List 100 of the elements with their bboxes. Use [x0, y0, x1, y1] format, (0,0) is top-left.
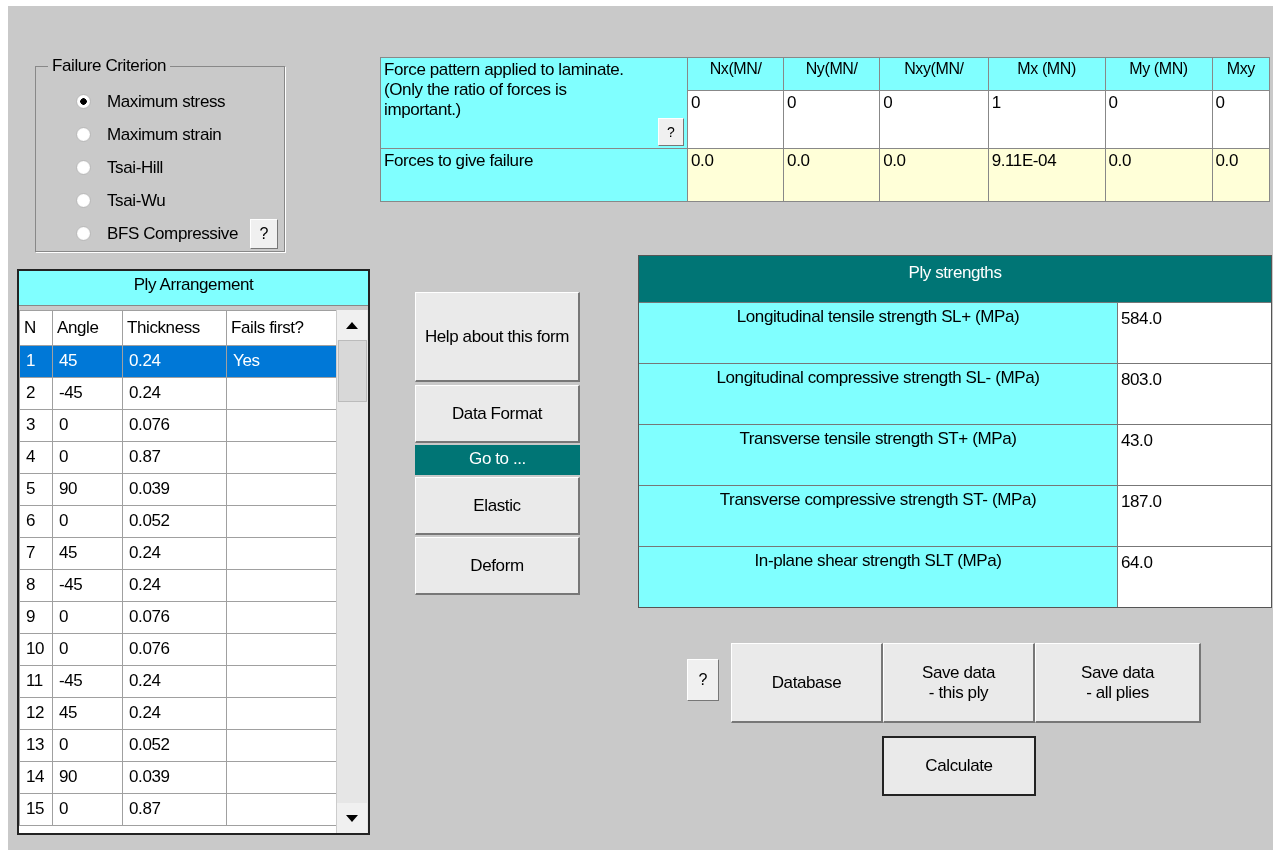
table-cell: 0.24: [129, 703, 161, 722]
table-cell: 9: [26, 607, 36, 626]
table-cell: 1: [26, 351, 36, 370]
input-field[interactable]: 43.0: [1118, 425, 1271, 485]
table-cell: 13: [26, 735, 45, 754]
radio-label[interactable]: BFS Compressive: [107, 223, 238, 244]
table-cell: 15: [26, 799, 45, 818]
table-cell: 0: [59, 735, 69, 754]
table-cell: 4: [26, 447, 36, 466]
table-cell: 6: [26, 511, 36, 530]
table-title: Ply Arrangement: [19, 271, 368, 306]
output-value: 9.11E-04: [991, 151, 1057, 170]
input-field[interactable]: 803.0: [1118, 364, 1271, 424]
table-cell: 45: [59, 543, 78, 562]
radio-label[interactable]: Tsai-Hill: [107, 157, 163, 178]
nav-button[interactable]: Data Format: [415, 385, 580, 443]
action-button[interactable]: Database: [731, 643, 883, 723]
help-button[interactable]: ?: [250, 218, 278, 249]
input-field[interactable]: 584.0: [1118, 303, 1271, 363]
radio-button[interactable]: [76, 226, 91, 241]
section-label: Go to ...: [415, 445, 580, 475]
scroll-thumb[interactable]: [338, 340, 367, 402]
table-cell: 0.87: [129, 447, 161, 466]
table-cell: 0.076: [129, 639, 170, 658]
table-cell: 0.039: [129, 479, 170, 498]
column-header: Mxy: [1212, 57, 1270, 91]
row-label: Forces to give failure: [384, 151, 533, 170]
radio-button[interactable]: [76, 193, 91, 208]
selected-row[interactable]: 1 45 0.24 Yes: [19, 345, 336, 378]
output-value: 0.0: [787, 151, 810, 170]
table-cell: 0.24: [129, 575, 161, 594]
table-cell: 0: [59, 447, 69, 466]
input-field[interactable]: 0: [883, 92, 893, 112]
nav-button[interactable]: Deform: [415, 537, 580, 595]
calculate-button[interactable]: Calculate: [882, 736, 1036, 796]
nav-button[interactable]: Elastic: [415, 477, 580, 535]
output-value: 0.0: [691, 151, 714, 170]
radio-button[interactable]: [76, 160, 91, 175]
table-cell: Yes: [233, 351, 260, 370]
radio-label[interactable]: Maximum stress: [107, 91, 226, 112]
nav-button[interactable]: Help about this form: [415, 292, 580, 382]
table-cell: 0.24: [129, 671, 161, 690]
column-header: My (MN): [1105, 57, 1213, 91]
table-cell: 14: [26, 767, 45, 786]
column-header: Angle: [52, 310, 123, 346]
table-cell: 0.039: [129, 767, 170, 786]
output-value: 0.0: [1215, 151, 1238, 170]
scrollbar[interactable]: [336, 310, 368, 833]
table-cell: 10: [26, 639, 45, 658]
table-cell: 2: [26, 383, 36, 402]
input-field[interactable]: 1: [991, 92, 1001, 112]
table-cell: 5: [26, 479, 36, 498]
table-cell: 11: [26, 671, 43, 690]
table-cell: -45: [59, 575, 83, 594]
table-cell: 0.052: [129, 735, 170, 754]
table-cell: 90: [59, 767, 78, 786]
column-header: Mx (MN): [988, 57, 1106, 91]
table-cell: 0.24: [129, 383, 161, 402]
table-cell: 0: [59, 639, 69, 658]
input-field[interactable]: 0: [691, 92, 701, 112]
column-header: Nx(MN/: [687, 57, 784, 91]
action-button[interactable]: Save data - this ply: [883, 643, 1035, 723]
scroll-down-icon[interactable]: [337, 803, 367, 833]
column-header: Ny(MN/: [783, 57, 880, 91]
table-cell: -45: [59, 671, 83, 690]
table-cell: 45: [59, 703, 78, 722]
table-cell: 7: [26, 543, 36, 562]
column-header: Nxy(MN/: [879, 57, 989, 91]
table-cell: 0: [59, 415, 69, 434]
output-value: 0.0: [1108, 151, 1131, 170]
radio-label[interactable]: Tsai-Wu: [107, 190, 166, 211]
input-field[interactable]: 64.0: [1118, 547, 1271, 607]
table-cell: 3: [26, 415, 36, 434]
table-cell: 0: [59, 799, 69, 818]
table-cell: 0.076: [129, 607, 170, 626]
table-cell: 0: [59, 607, 69, 626]
output-value: 0.0: [883, 151, 906, 170]
table-cell: 0.24: [129, 351, 161, 370]
radio-button[interactable]: [76, 94, 91, 109]
column-header: Fails first?: [226, 310, 336, 346]
input-field[interactable]: 0: [787, 92, 797, 112]
table-cell: 0.87: [129, 799, 161, 818]
table-cell: 0: [59, 511, 69, 530]
action-button[interactable]: Save data - all plies: [1035, 643, 1201, 723]
table-cell: 8: [26, 575, 36, 594]
radio-label[interactable]: Maximum strain: [107, 124, 222, 145]
help-button[interactable]: ?: [658, 118, 684, 146]
help-button[interactable]: ?: [687, 659, 719, 701]
input-field[interactable]: 0: [1215, 92, 1225, 112]
column-header: Thickness: [122, 310, 227, 346]
table-cell: 45: [59, 351, 78, 370]
input-field[interactable]: 0: [1108, 92, 1118, 112]
description-text: Force pattern applied to laminate. (Only the ratio of forces is important.): [384, 60, 625, 120]
panel-title: Ply strengths: [639, 256, 1271, 302]
input-field[interactable]: 187.0: [1118, 486, 1271, 546]
table-cell: 12: [26, 703, 45, 722]
radio-button[interactable]: [76, 127, 91, 142]
table-cell: -45: [59, 383, 83, 402]
table-cell: 0.076: [129, 415, 170, 434]
scroll-up-icon[interactable]: [337, 310, 367, 340]
